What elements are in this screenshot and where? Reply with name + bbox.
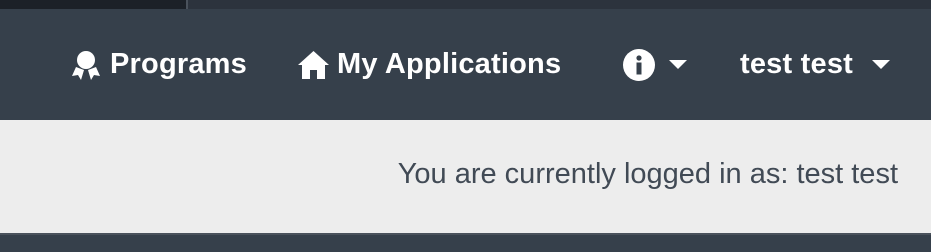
caret-down-icon	[669, 60, 687, 69]
caret-down-icon	[872, 60, 890, 69]
home-icon	[297, 50, 330, 80]
award-ribbon-icon	[70, 49, 102, 81]
logged-in-message: You are currently logged in as: test tes…	[397, 158, 898, 190]
nav-my-applications-label: My Applications	[337, 48, 562, 80]
nav-programs-label: Programs	[110, 48, 247, 80]
user-name-label: test test	[740, 48, 853, 80]
user-menu-toggle[interactable]: test test	[740, 9, 890, 120]
top-strip	[0, 0, 931, 9]
info-menu-toggle[interactable]	[622, 9, 687, 120]
top-strip-dark-segment	[0, 0, 186, 9]
bottom-bar	[0, 233, 931, 252]
main-navbar: Programs My Applications test test	[0, 9, 931, 120]
nav-my-applications-link[interactable]: My Applications	[297, 9, 561, 120]
login-status-bar: You are currently logged in as: test tes…	[0, 120, 931, 233]
nav-programs-link[interactable]: Programs	[70, 9, 247, 120]
info-circle-icon	[622, 48, 656, 82]
top-strip-divider	[186, 0, 188, 9]
